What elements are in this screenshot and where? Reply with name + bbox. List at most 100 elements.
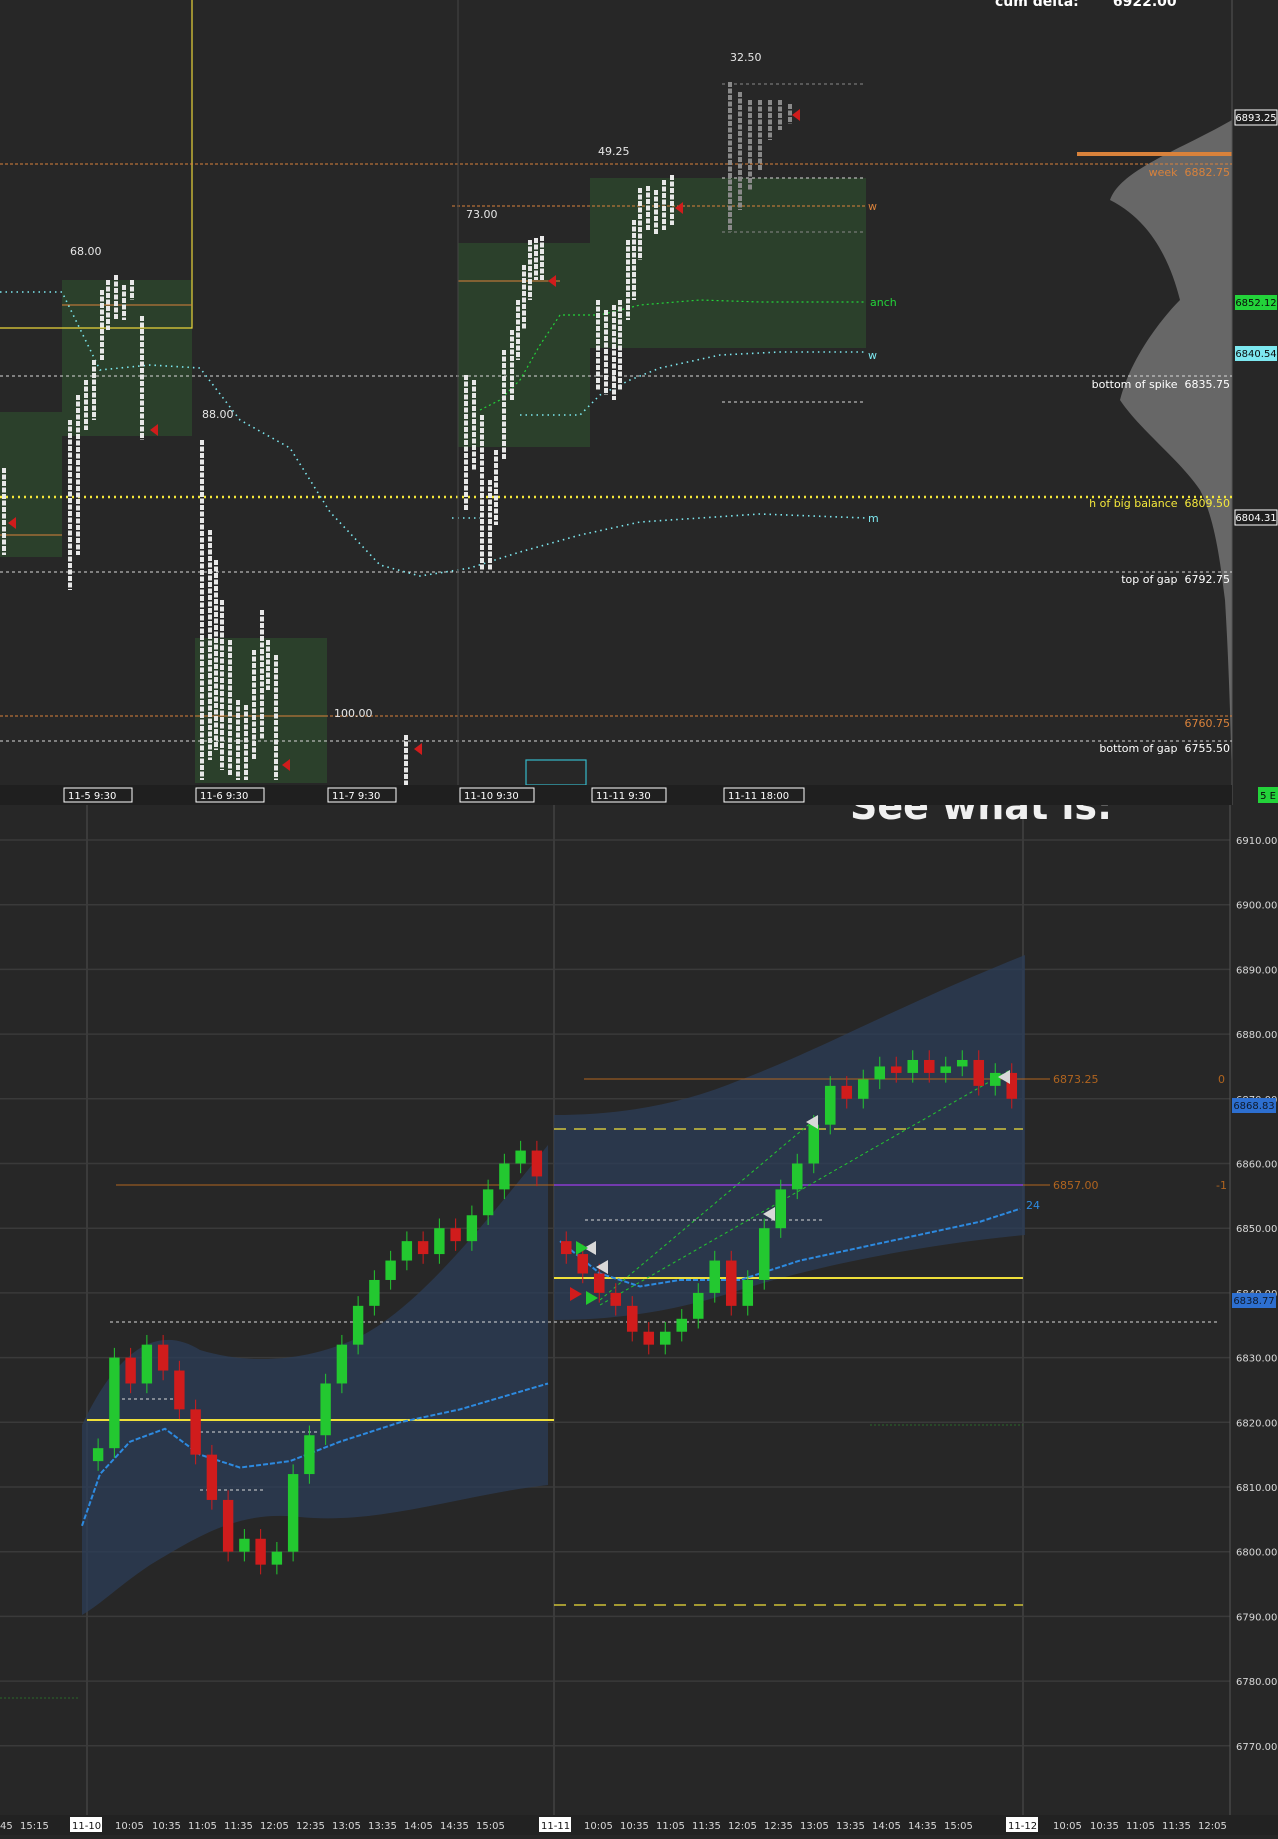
candle-body	[593, 1273, 605, 1293]
time-axis-label: 10:05	[584, 1821, 613, 1832]
tpo-markers	[8, 109, 800, 771]
price-axis-label: 6820.00	[1236, 1418, 1277, 1429]
price-tag-text: 6868.83	[1233, 1101, 1274, 1112]
candle-body	[157, 1344, 169, 1371]
time-axis-label: 10:35	[620, 1821, 649, 1832]
candle-body	[989, 1072, 1001, 1086]
time-axis-label: 12:05	[260, 1821, 289, 1832]
candle-body	[304, 1435, 315, 1475]
price-axis-label: 6780.00	[1236, 1677, 1277, 1688]
level-label: 0	[1218, 1073, 1225, 1086]
cyan-box	[525, 759, 587, 786]
candle-body	[401, 1241, 413, 1261]
candle-body	[742, 1279, 754, 1306]
candle-body	[791, 1163, 803, 1190]
candle-body	[190, 1409, 201, 1455]
tpo-count-label: 88.00	[202, 408, 234, 421]
time-axis-label: 12:35	[764, 1821, 793, 1832]
profile-poc-line	[1077, 152, 1232, 156]
candlestick-panel[interactable]: See what is: 6873.25 6857.00 0 -1 24 691…	[0, 784, 1278, 1835]
time-axis-label: 13:05	[800, 1821, 829, 1832]
candle-body	[369, 1279, 380, 1306]
time-axis-label: 10:05	[115, 1821, 144, 1832]
candle-body	[577, 1254, 589, 1274]
value-area-box	[62, 280, 192, 436]
time-axis-label: 14:05	[872, 1821, 901, 1832]
candle-body	[940, 1066, 952, 1073]
time-axis-label: 11:35	[224, 1821, 253, 1832]
price-axis-label: 6790.00	[1236, 1612, 1277, 1623]
candle-body	[499, 1163, 510, 1190]
time-axis-label: 45	[0, 1821, 13, 1832]
candle-body	[890, 1066, 902, 1073]
candle-body	[874, 1066, 886, 1080]
candle-body	[466, 1215, 478, 1242]
price-tag-text: 6840.54	[1235, 349, 1276, 360]
tpo-profile-panel[interactable]: 68.00 88.00 100.00 73.00 49.25 32.50 cum…	[0, 0, 1278, 805]
candle-body	[287, 1474, 299, 1552]
candle-body	[692, 1292, 704, 1319]
date-axis-label: 11-10 9:30	[464, 791, 519, 802]
candle-body	[417, 1241, 429, 1255]
tpo-count-label: 32.50	[730, 51, 762, 64]
price-axis-label: 6770.00	[1236, 1742, 1277, 1753]
time-axis-label: 10:35	[1090, 1821, 1119, 1832]
time-axis-label: 13:35	[836, 1821, 865, 1832]
time-axis-label: 11:35	[692, 1821, 721, 1832]
time-axis-label: 11:05	[656, 1821, 685, 1832]
tpo-count-label: 68.00	[70, 245, 102, 258]
candle-body	[560, 1241, 572, 1255]
tpo-count-label: 73.00	[466, 208, 498, 221]
candle-body	[676, 1318, 688, 1332]
price-tag-text: 6852.12	[1235, 298, 1276, 309]
cum-delta-header: cum delta: 6922.00	[995, 0, 1177, 10]
line-tag-anch: anch	[870, 296, 897, 309]
candle-body	[907, 1059, 919, 1073]
tpo-count-label: 100.00	[334, 707, 373, 720]
price-axis-label: 6850.00	[1236, 1224, 1277, 1235]
candlestick-chart[interactable]: See what is: 6873.25 6857.00 0 -1 24 691…	[0, 784, 1278, 1835]
tpo-profile-chart[interactable]: 68.00 88.00 100.00 73.00 49.25 32.50 cum…	[0, 0, 1278, 805]
time-axis-label: 11-12	[1008, 1821, 1037, 1832]
candle-body	[450, 1228, 461, 1242]
time-axis-label: 11:05	[1126, 1821, 1155, 1832]
price-axis-label: 6830.00	[1236, 1354, 1277, 1365]
candle-body	[141, 1344, 153, 1384]
time-axis-label: 12:35	[296, 1821, 325, 1832]
candle-body	[109, 1357, 120, 1449]
candle-body	[857, 1079, 869, 1099]
candle-body	[531, 1150, 543, 1177]
candle-body	[775, 1189, 787, 1229]
candle-body	[643, 1331, 655, 1345]
top-of-gap-label: top of gap 6792.75	[1121, 573, 1230, 586]
candle-body	[515, 1150, 526, 1164]
candle-body	[709, 1260, 721, 1293]
price-tag-text: 6838.77	[1233, 1296, 1274, 1307]
candle-body	[92, 1448, 104, 1462]
candle-body	[482, 1189, 494, 1216]
time-axis-label: 11-10	[72, 1821, 101, 1832]
time-axis-label: 14:35	[440, 1821, 469, 1832]
date-axis-label: 11-11 9:30	[596, 791, 651, 802]
level-label: 6873.25	[1053, 1073, 1099, 1086]
time-axis-label: 15:15	[20, 1821, 49, 1832]
price-axis-label: 6880.00	[1236, 1030, 1277, 1041]
time-axis-label: 12:05	[1198, 1821, 1227, 1832]
time-axis-label: 12:05	[728, 1821, 757, 1832]
candle-body	[320, 1383, 331, 1436]
candle-body	[174, 1370, 185, 1410]
time-axis-label: 15:05	[476, 1821, 505, 1832]
red-triangle-marker	[792, 109, 800, 121]
price-tag-text: 6893.25	[1235, 113, 1276, 124]
time-axis-label: 11:35	[1162, 1821, 1191, 1832]
overlay-title: See what is:	[850, 805, 1112, 828]
orange-level-label: 6760.75	[1185, 717, 1231, 730]
candle-body	[725, 1260, 737, 1306]
time-axis-label: 11-11	[541, 1821, 570, 1832]
date-axis-label: 11-7 9:30	[332, 791, 380, 802]
red-triangle-marker	[414, 743, 422, 755]
line-tag-w: w	[868, 200, 877, 213]
time-axis-label: 11:05	[188, 1821, 217, 1832]
time-axis-label: 15:05	[944, 1821, 973, 1832]
date-axis-label: 11-5 9:30	[68, 791, 116, 802]
